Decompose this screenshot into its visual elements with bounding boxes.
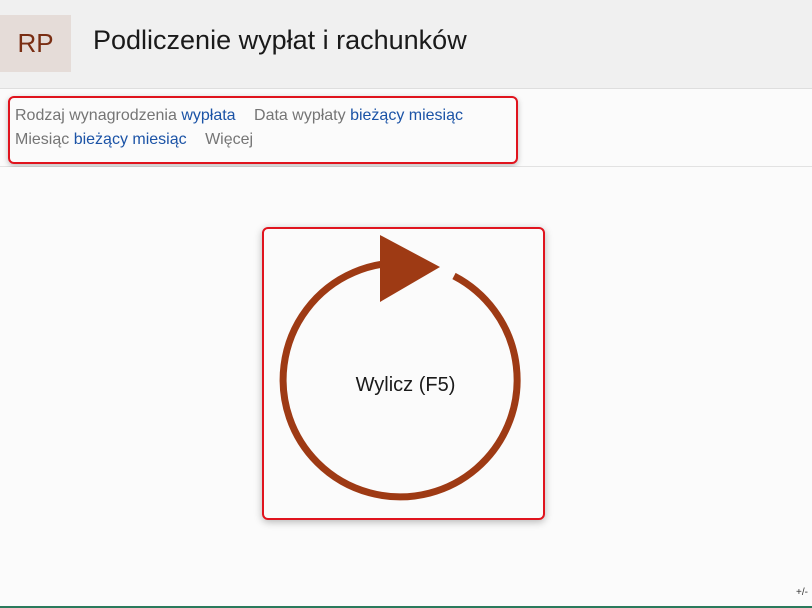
app-badge: RP [0, 15, 71, 72]
main-area: Wylicz (F5) +/- [0, 167, 812, 604]
compute-button[interactable]: Wylicz (F5) [262, 227, 545, 520]
filter-salary-type[interactable]: Rodzaj wynagrodzenia wypłata [15, 107, 236, 125]
filter-payment-date[interactable]: Data wypłaty bieżący miesiąc [254, 107, 463, 125]
filter-value[interactable]: wypłata [181, 107, 235, 124]
page-title: Podliczenie wypłat i rachunków [93, 25, 467, 55]
expand-toggle[interactable]: +/- [796, 587, 808, 598]
filter-row-1: Rodzaj wynagrodzenia wypłata Data wypłat… [15, 107, 477, 125]
filter-value[interactable]: bieżący miesiąc [350, 107, 463, 124]
filter-bar: Rodzaj wynagrodzenia wypłata Data wypłat… [0, 89, 812, 167]
app-header: RP Podliczenie wypłat i rachunków [0, 0, 812, 89]
compute-label: Wylicz (F5) [355, 374, 456, 396]
filter-month[interactable]: Miesiąc bieżący miesiąc [15, 131, 187, 149]
filter-label: Rodzaj wynagrodzenia [15, 107, 177, 124]
filter-row-2: Miesiąc bieżący miesiąc Więcej [15, 131, 253, 149]
filter-label: Miesiąc [15, 131, 70, 148]
filter-label: Data wypłaty [254, 107, 346, 124]
filter-value[interactable]: bieżący miesiąc [74, 131, 187, 148]
more-filters-link[interactable]: Więcej [205, 131, 253, 148]
